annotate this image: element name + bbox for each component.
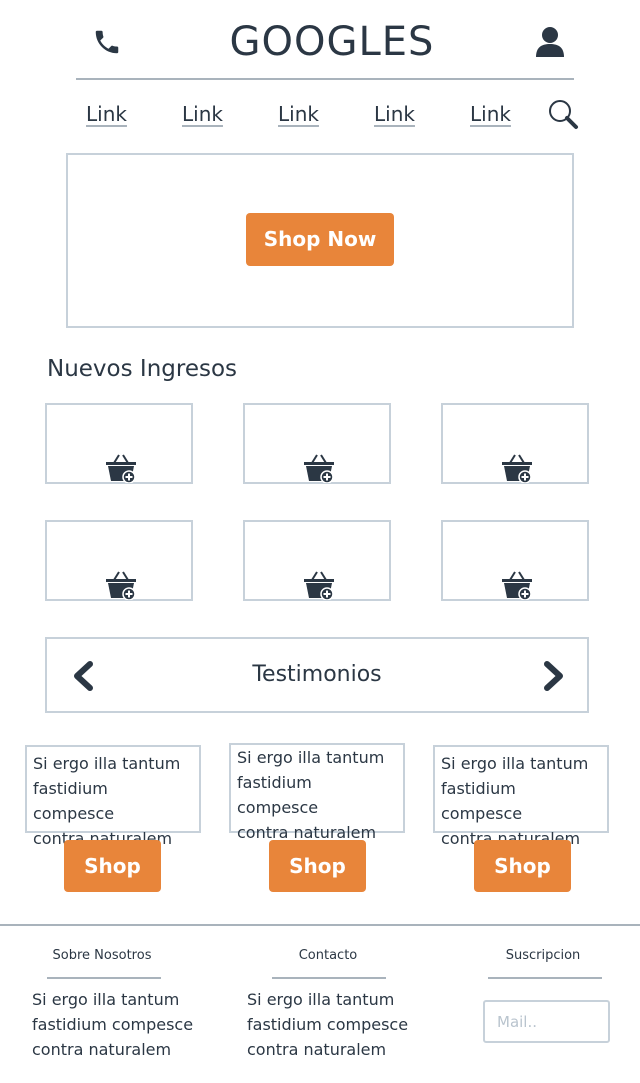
footer-divider [0,924,640,926]
product-card[interactable] [243,403,391,484]
footer-about-text: Si ergo illa tantum fastidium compesce c… [32,987,193,1062]
footer-contact-line: Si ergo illa tantum [247,990,395,1009]
footer-contact-line: contra naturalem [247,1040,387,1059]
product-card[interactable] [441,403,589,484]
shop-button[interactable]: Shop [64,840,161,892]
footer-about-line: contra naturalem [32,1040,172,1059]
chevron-right-icon[interactable] [541,660,567,692]
shop-now-button[interactable]: Shop Now [246,213,394,266]
user-icon[interactable] [535,26,565,58]
testimonial-card: Si ergo illa tantum fastidium compesce c… [229,743,405,842]
phone-icon[interactable] [92,27,122,57]
nav-link-5[interactable]: Link [470,101,511,127]
shop-button[interactable]: Shop [269,840,366,892]
mail-subscription-input[interactable] [483,1000,610,1043]
testimonials-title: Testimonios [252,662,382,687]
product-card[interactable] [45,520,193,601]
footer-contact-underline [272,977,386,979]
basket-add-icon[interactable] [501,453,533,484]
chevron-left-icon[interactable] [70,660,96,692]
basket-add-icon[interactable] [303,570,335,601]
testimonial-line: fastidium compesce [237,773,319,817]
footer-contact-text: Si ergo illa tantum fastidium compesce c… [247,987,408,1062]
basket-add-icon[interactable] [501,570,533,601]
footer-subscription-underline [488,977,602,979]
testimonial-line: fastidium compesce [33,779,115,823]
nav-link-1[interactable]: Link [86,101,127,127]
footer-about-title: Sobre Nosotros [52,948,152,963]
testimonial-line: Si ergo illa tantum [237,748,385,767]
testimonial-line: fastidium compesce [441,779,523,823]
product-card[interactable] [45,403,193,484]
basket-add-icon[interactable] [105,453,137,484]
new-arrivals-title: Nuevos Ingresos [47,356,238,382]
footer-about-line: fastidium compesce [32,1015,194,1034]
testimonial-line: Si ergo illa tantum [441,754,589,773]
basket-add-icon[interactable] [105,570,137,601]
main-nav: Link Link Link Link Link [0,101,640,131]
footer-subscription-title: Suscripcion [505,948,581,963]
header-divider [76,78,574,80]
search-icon[interactable] [545,97,581,133]
testimonial-card: Si ergo illa tantum fastidium compesce c… [433,745,609,848]
footer-contact-title: Contacto [298,948,358,963]
nav-link-2[interactable]: Link [182,101,223,127]
footer-about-underline [47,977,161,979]
brand-logo-text[interactable]: GOOGLES [200,18,464,66]
footer-about-line: Si ergo illa tantum [32,990,180,1009]
shop-button[interactable]: Shop [474,840,571,892]
testimonial-card: Si ergo illa tantum fastidium compesce c… [25,745,201,848]
nav-link-3[interactable]: Link [278,101,319,127]
testimonial-line: Si ergo illa tantum [33,754,181,773]
product-card[interactable] [441,520,589,601]
footer-contact-line: fastidium compesce [247,1015,409,1034]
product-card[interactable] [243,520,391,601]
basket-add-icon[interactable] [303,453,335,484]
nav-link-4[interactable]: Link [374,101,415,127]
